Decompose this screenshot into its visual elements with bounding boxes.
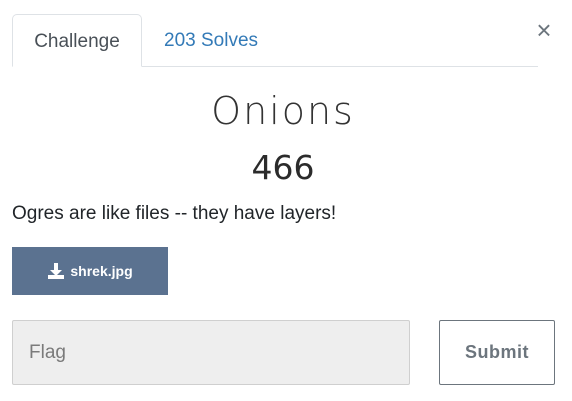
download-icon [48,263,65,279]
tab-bar: Challenge 203 Solves [12,14,538,67]
challenge-title: Onions [211,89,355,133]
challenge-description: Ogres are like files -- they have layers… [12,203,337,224]
tab-solves[interactable]: 203 Solves [144,14,278,67]
file-name: shrek.jpg [70,263,133,279]
close-button[interactable]: × [534,16,554,44]
close-icon: × [536,15,552,45]
challenge-modal: Challenge 203 Solves × Onions 466 Ogres … [0,0,572,401]
file-download-button[interactable]: shrek.jpg [12,247,168,295]
flag-input[interactable] [12,320,410,385]
submit-button[interactable]: Submit [439,320,555,385]
tab-challenge[interactable]: Challenge [12,14,142,67]
challenge-value: 466 [251,148,315,187]
